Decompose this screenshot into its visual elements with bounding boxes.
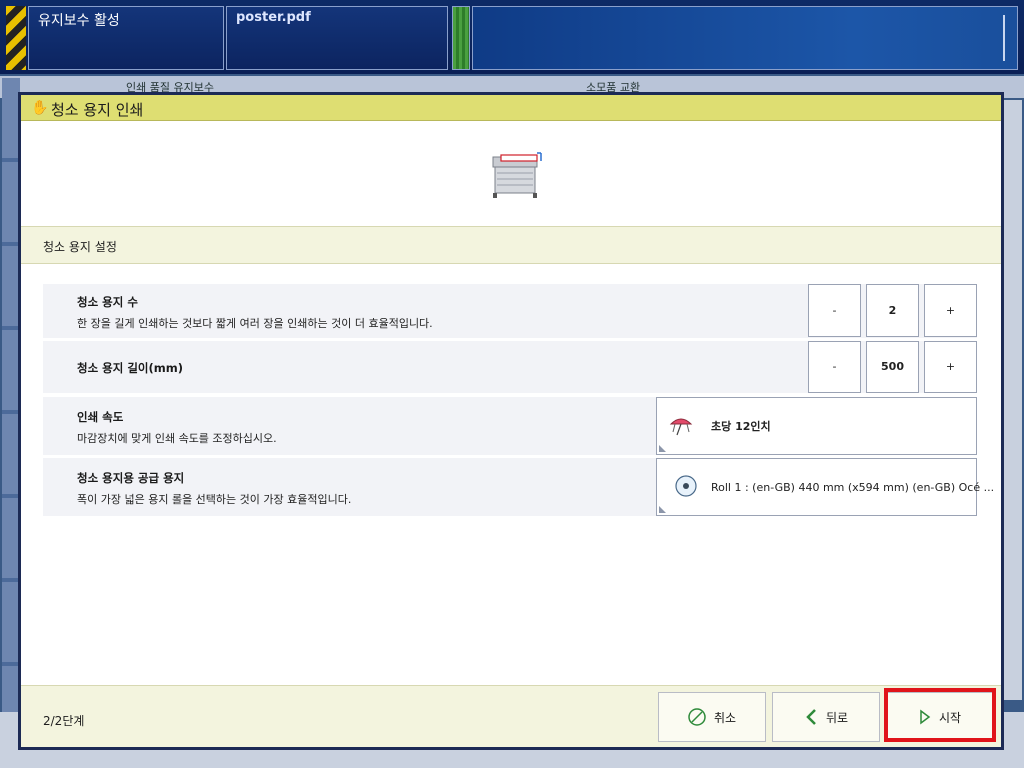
dialog-title: 청소 용지 인쇄 (51, 101, 144, 119)
roll-icon (675, 475, 697, 497)
cancel-icon (688, 708, 706, 726)
maintenance-icon: ✋ (31, 100, 49, 116)
background-right-panel (1002, 100, 1022, 700)
print-speed-desc: 마감장치에 맞게 인쇄 속도를 조정하십시오. (77, 432, 277, 445)
section-title: 청소 용지 설정 (43, 240, 117, 254)
chevron-left-icon (806, 709, 816, 725)
cleaning-sheet-dialog: ✋ 청소 용지 인쇄 청소 용지 설정 청소 용지 수 한 장을 길게 인쇄하는… (18, 92, 1004, 750)
back-button[interactable]: 뒤로 (772, 692, 880, 742)
sheet-count-minus-button[interactable]: - (808, 284, 861, 337)
mode-label: 유지보수 활성 (38, 13, 120, 29)
print-speed-select[interactable]: 초당 12인치 (656, 397, 977, 455)
sheet-length-label: 청소 용지 길이(mm) (77, 361, 183, 375)
progress-indicator (452, 6, 470, 70)
sheet-count-label: 청소 용지 수 (77, 295, 138, 309)
dropdown-corner-icon (659, 506, 666, 513)
sheet-count-plus-button[interactable]: + (924, 284, 977, 337)
feed-media-select[interactable]: Roll 1 : (en-GB) 440 mm (x594 mm) (en-GB… (656, 458, 994, 516)
status-panel[interactable] (472, 6, 1018, 70)
sheet-length-minus-button[interactable]: - (808, 341, 861, 393)
cancel-label: 취소 (713, 710, 737, 725)
print-speed-label: 인쇄 속도 (77, 410, 124, 424)
step-indicator: 2/2단계 (43, 714, 85, 728)
maintenance-stripe (6, 6, 26, 70)
dialog-title-bar: ✋ 청소 용지 인쇄 (21, 95, 1001, 121)
print-speed-value: 초당 12인치 (711, 420, 771, 433)
sheet-count-desc: 한 장을 길게 인쇄하는 것보다 짧게 여러 장을 인쇄하는 것이 더 효율적입… (77, 317, 433, 330)
section-header: 청소 용지 설정 (21, 226, 1001, 264)
feed-media-label: 청소 용지용 공급 용지 (77, 471, 185, 485)
dropdown-corner-icon (659, 445, 666, 452)
sheet-count-value[interactable]: 2 (866, 284, 919, 337)
printer-icon (492, 152, 542, 198)
feed-media-desc: 폭이 가장 넓은 용지 롤을 선택하는 것이 가장 효율적입니다. (77, 493, 352, 506)
back-label: 뒤로 (825, 710, 849, 725)
start-button-highlight (884, 688, 996, 742)
sheet-length-plus-button[interactable]: + (924, 341, 977, 393)
speed-icon (669, 418, 693, 436)
status-bar: 유지보수 활성 poster.pdf (0, 0, 1024, 74)
job-label: poster.pdf (236, 10, 311, 25)
cancel-button[interactable]: 취소 (658, 692, 766, 742)
sheet-length-value[interactable]: 500 (866, 341, 919, 393)
dialog-footer: 2/2단계 취소 뒤로 시작 (21, 685, 1001, 747)
feed-media-value: Roll 1 : (en-GB) 440 mm (x594 mm) (en-GB… (711, 480, 995, 494)
